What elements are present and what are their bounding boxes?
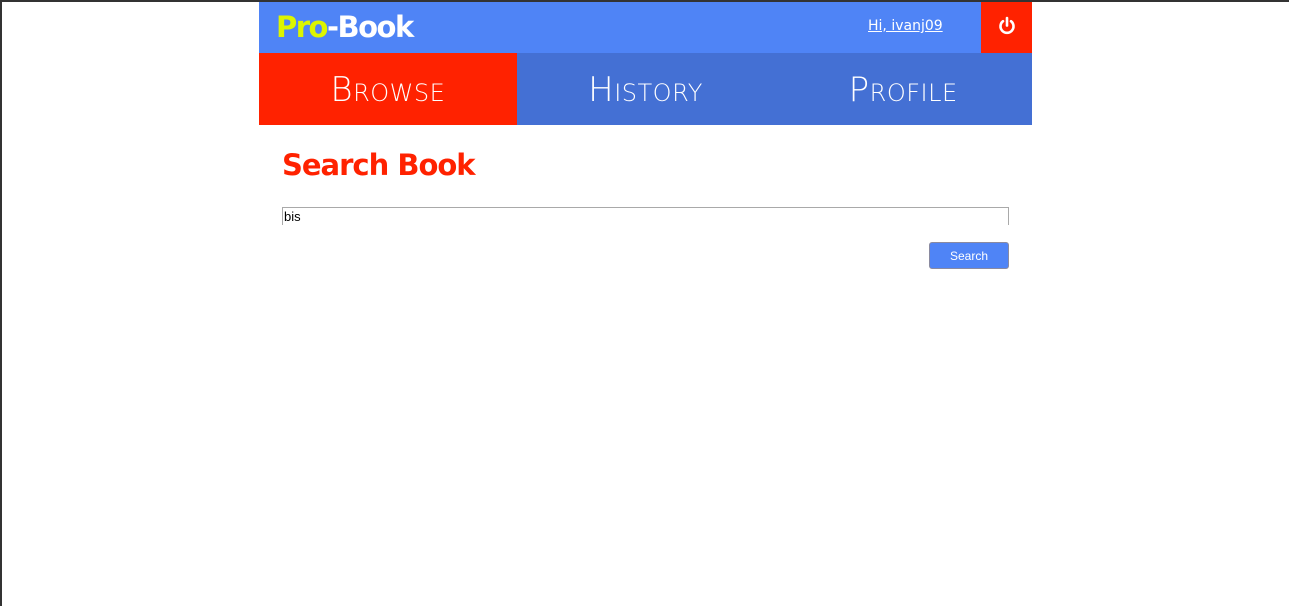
browser-viewport: Pro-Book Hi, ivanj09 Browse History Prof…	[0, 0, 1289, 606]
logo-book: -Book	[326, 10, 414, 44]
search-button-row: Search	[282, 242, 1009, 269]
tab-history[interactable]: History	[517, 53, 775, 125]
app-container: Pro-Book Hi, ivanj09 Browse History Prof…	[259, 2, 1032, 269]
search-section: Search Book Search	[259, 125, 1032, 269]
power-icon	[997, 16, 1017, 40]
main-nav: Browse History Profile	[259, 53, 1032, 125]
tab-profile[interactable]: Profile	[774, 53, 1032, 125]
logout-button[interactable]	[981, 2, 1032, 53]
logo-pro: Pro	[276, 10, 328, 44]
logo[interactable]: Pro-Book	[276, 9, 414, 45]
search-input[interactable]	[282, 207, 1009, 225]
user-greeting-link[interactable]: Hi, ivanj09	[868, 18, 943, 34]
header-bar: Pro-Book Hi, ivanj09	[259, 2, 1032, 53]
page-title: Search Book	[282, 148, 476, 182]
tab-browse[interactable]: Browse	[259, 53, 517, 125]
search-button[interactable]: Search	[929, 242, 1009, 269]
